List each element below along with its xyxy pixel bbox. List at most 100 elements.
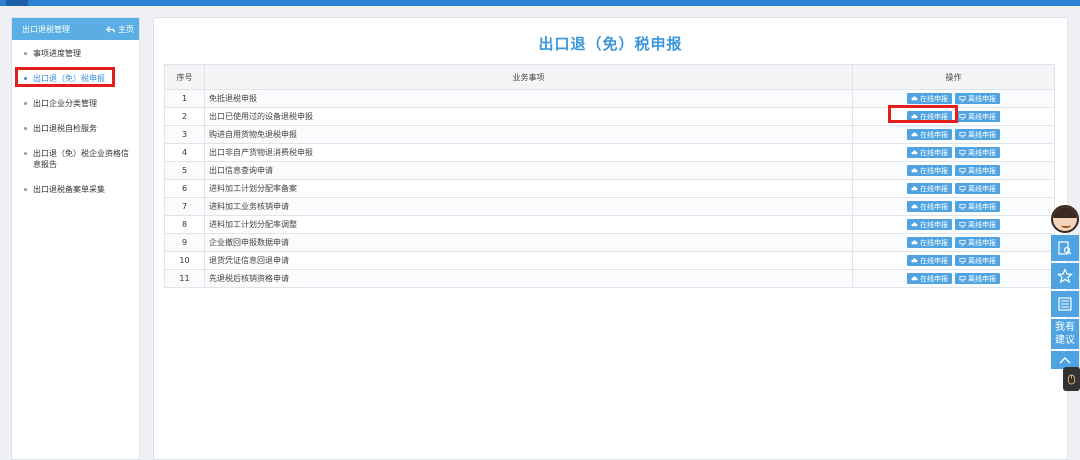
row-index: 5	[164, 161, 205, 180]
favorite-button[interactable]	[1051, 263, 1079, 289]
offline-declare-button[interactable]: 离线申报	[955, 165, 1000, 176]
cloud-upload-icon	[911, 114, 918, 119]
mouse-icon	[1067, 374, 1076, 384]
monitor-icon	[959, 203, 966, 210]
online-declare-button[interactable]: 在线申报	[907, 237, 952, 248]
offline-declare-label: 离线申报	[968, 202, 996, 211]
row-actions: 在线申报 离线申报	[852, 269, 1055, 288]
qr-code-button[interactable]	[1051, 291, 1079, 317]
row-actions: 在线申报 离线申报	[852, 251, 1055, 270]
bullet-icon	[24, 188, 27, 191]
monitor-icon	[959, 131, 966, 138]
sidebar-item-declare[interactable]: 出口退（免）税申报	[12, 67, 139, 87]
home-label: 主页	[118, 24, 134, 34]
cloud-upload-icon	[911, 168, 918, 173]
offline-declare-label: 离线申报	[968, 148, 996, 157]
cloud-upload-icon	[911, 276, 918, 281]
sidebar-item-filing[interactable]: 出口退税备案单采集	[12, 184, 139, 195]
online-declare-label: 在线申报	[920, 220, 948, 229]
sidebar-item-label: 事项进度管理	[33, 49, 81, 58]
monitor-icon	[959, 149, 966, 156]
offline-declare-button[interactable]: 离线申报	[955, 219, 1000, 230]
table-row: 2 出口已使用过的设备退税申报 在线申报 离线申报	[164, 107, 1055, 126]
sidebar-item-label: 出口退税备案单采集	[33, 185, 105, 194]
online-declare-button[interactable]: 在线申报	[907, 129, 952, 140]
offline-declare-button[interactable]: 离线申报	[955, 147, 1000, 158]
online-declare-button[interactable]: 在线申报	[907, 111, 952, 122]
home-link[interactable]: 主页	[106, 24, 134, 35]
online-declare-button[interactable]: 在线申报	[907, 219, 952, 230]
table-row: 8 进料加工计划分配率调整 在线申报 离线申报	[164, 215, 1055, 234]
online-declare-label: 在线申报	[920, 256, 948, 265]
row-actions: 在线申报 离线申报	[852, 179, 1055, 198]
offline-declare-button[interactable]: 离线申报	[955, 201, 1000, 212]
online-declare-label: 在线申报	[920, 184, 948, 193]
table-row: 7 进料加工业务核销申请 在线申报 离线申报	[164, 197, 1055, 216]
offline-declare-button[interactable]: 离线申报	[955, 111, 1000, 122]
offline-declare-label: 离线申报	[968, 256, 996, 265]
floating-toolbar: 我有建议	[1050, 205, 1080, 369]
offline-declare-label: 离线申报	[968, 184, 996, 193]
online-declare-label: 在线申报	[920, 166, 948, 175]
sidebar-item-qualification[interactable]: 出口退（免）税企业资格信息报告	[12, 148, 139, 170]
row-item-name: 出口已使用过的设备退税申报	[204, 107, 853, 126]
table-row: 10 退货凭证信息回退申请 在线申报 离线申报	[164, 251, 1055, 270]
table-row: 11 先退税后核销资格申请 在线申报 离线申报	[164, 269, 1055, 288]
offline-declare-button[interactable]: 离线申报	[955, 129, 1000, 140]
sidebar-item-selfcheck[interactable]: 出口退税自检服务	[12, 123, 139, 134]
row-item-name: 进料加工业务核销申请	[204, 197, 853, 216]
offline-declare-button[interactable]: 离线申报	[955, 183, 1000, 194]
row-index: 10	[164, 251, 205, 270]
search-doc-button[interactable]	[1051, 235, 1079, 261]
mouse-tool-button[interactable]	[1063, 367, 1080, 391]
suggest-button[interactable]: 我有建议	[1051, 319, 1079, 349]
monitor-icon	[959, 275, 966, 282]
online-declare-button[interactable]: 在线申报	[907, 165, 952, 176]
monitor-icon	[959, 167, 966, 174]
row-actions: 在线申报 离线申报	[852, 107, 1055, 126]
sidebar-item-label: 出口退税自检服务	[33, 124, 97, 133]
header-item: 业务事项	[204, 64, 853, 90]
search-doc-icon	[1058, 241, 1072, 255]
online-declare-button[interactable]: 在线申报	[907, 273, 952, 284]
sidebar-title: 出口退税管理	[22, 24, 70, 34]
cloud-upload-icon	[911, 186, 918, 191]
row-item-name: 企业撤回申报数据申请	[204, 233, 853, 252]
online-declare-button[interactable]: 在线申报	[907, 147, 952, 158]
online-declare-button[interactable]: 在线申报	[907, 201, 952, 212]
online-declare-label: 在线申报	[920, 148, 948, 157]
row-index: 2	[164, 107, 205, 126]
offline-declare-button[interactable]: 离线申报	[955, 255, 1000, 266]
monitor-icon	[959, 257, 966, 264]
row-item-name: 免抵退税申报	[204, 89, 853, 108]
offline-declare-label: 离线申报	[968, 130, 996, 139]
row-actions: 在线申报 离线申报	[852, 125, 1055, 144]
offline-declare-button[interactable]: 离线申报	[955, 93, 1000, 104]
row-index: 9	[164, 233, 205, 252]
bullet-icon	[24, 152, 27, 155]
offline-declare-label: 离线申报	[968, 94, 996, 103]
monitor-icon	[959, 185, 966, 192]
highlight-box	[15, 67, 115, 87]
cloud-upload-icon	[911, 204, 918, 209]
offline-declare-button[interactable]: 离线申报	[955, 237, 1000, 248]
online-declare-button[interactable]: 在线申报	[907, 93, 952, 104]
row-item-name: 出口非自产货物退消费税申报	[204, 143, 853, 162]
row-item-name: 退货凭证信息回退申请	[204, 251, 853, 270]
online-declare-button[interactable]: 在线申报	[907, 183, 952, 194]
cloud-upload-icon	[911, 150, 918, 155]
table-row: 3 购进自用货物免退税申报 在线申报 离线申报	[164, 125, 1055, 144]
assistant-avatar[interactable]	[1051, 205, 1079, 233]
online-declare-label: 在线申报	[920, 94, 948, 103]
row-index: 6	[164, 179, 205, 198]
cloud-upload-icon	[911, 222, 918, 227]
row-actions: 在线申报 离线申报	[852, 89, 1055, 108]
table-row: 4 出口非自产货物退消费税申报 在线申报 离线申报	[164, 143, 1055, 162]
online-declare-button[interactable]: 在线申报	[907, 255, 952, 266]
sidebar-item-progress[interactable]: 事项进度管理	[12, 48, 139, 59]
logo	[6, 0, 28, 6]
monitor-icon	[959, 239, 966, 246]
offline-declare-button[interactable]: 离线申报	[955, 273, 1000, 284]
sidebar-item-classification[interactable]: 出口企业分类管理	[12, 98, 139, 109]
offline-declare-label: 离线申报	[968, 274, 996, 283]
